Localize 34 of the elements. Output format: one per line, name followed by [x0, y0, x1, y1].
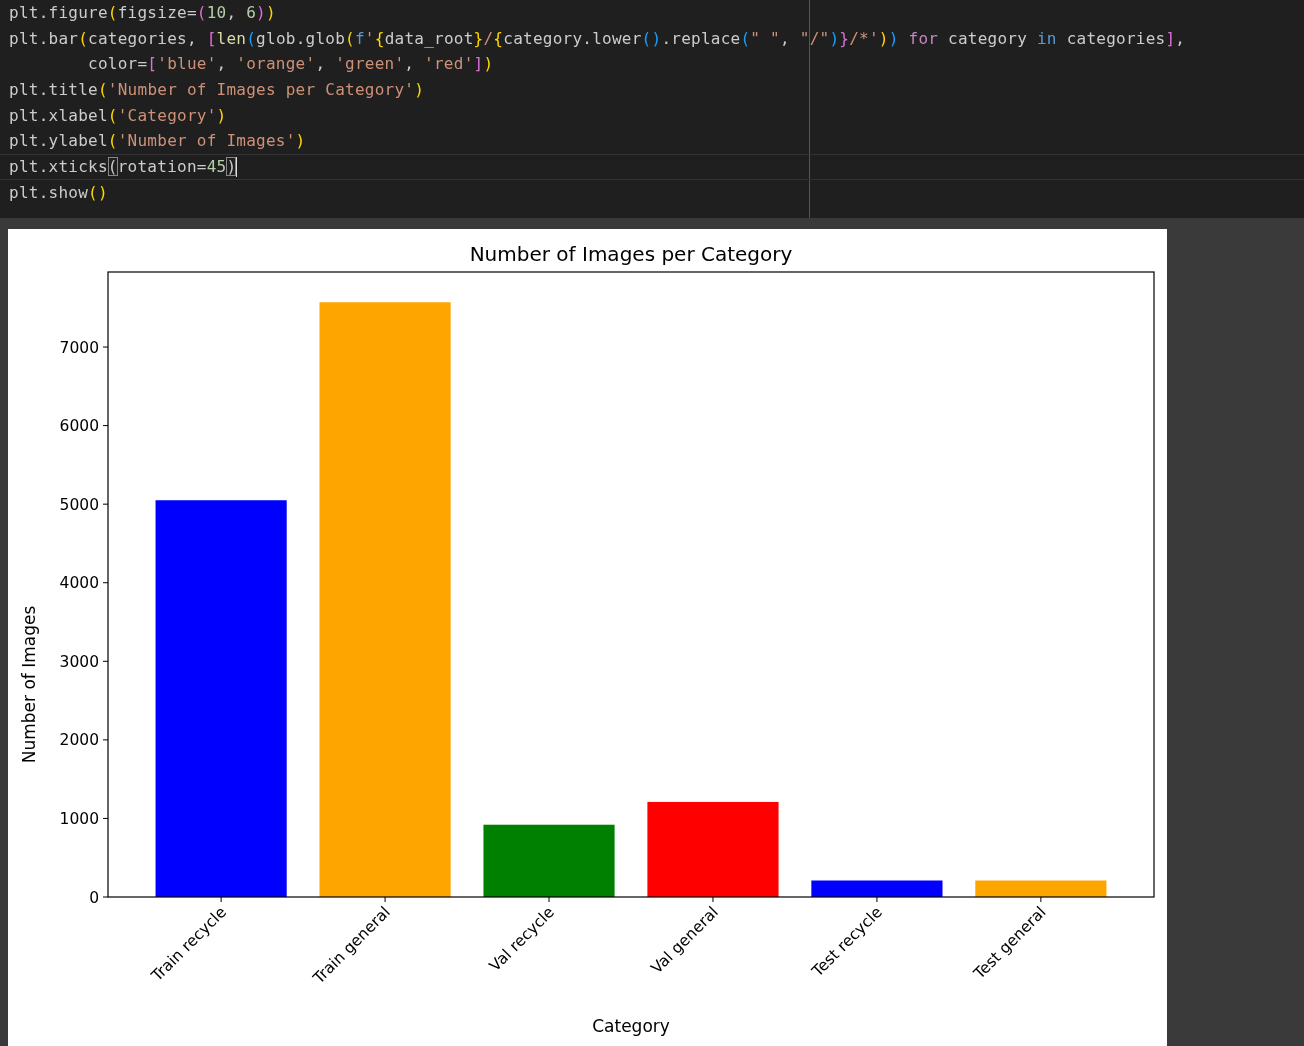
y-tick-label: 4000 [59, 574, 99, 593]
text-cursor [236, 156, 238, 177]
tick-mark [102, 425, 109, 427]
code-line: color=['blue', 'orange', 'green', 'red']) [87, 53, 494, 76]
y-axis-label: Number of Images [19, 605, 39, 764]
code-line: plt.title('Number of Images per Category') [9, 79, 425, 102]
tick-mark [102, 582, 109, 584]
tick-mark [102, 346, 109, 348]
y-tick-label: 6000 [59, 417, 99, 436]
y-tick-label: 1000 [59, 809, 99, 828]
y-tick-label: 3000 [59, 652, 99, 671]
tick-mark [102, 660, 109, 662]
tick-mark [548, 896, 550, 903]
tick-mark [102, 503, 109, 505]
x-axis-label: Category [592, 1016, 670, 1036]
code-line: plt.ylabel('Number of Images') [9, 130, 306, 153]
code-line: plt.xticks(rotation=45) [9, 156, 237, 179]
tick-mark [102, 817, 109, 819]
code-line: plt.xlabel('Category') [9, 104, 227, 127]
chart-title: Number of Images per Category [469, 242, 793, 266]
tick-mark [220, 896, 222, 903]
code-line: plt.bar(categories, [len(glob.glob(f'{data_root}/{category.lower().replace(" ", "/")}/*')) for category in categories], [9, 27, 1186, 50]
tick-mark [712, 896, 714, 903]
tick-mark [1040, 896, 1042, 903]
code-line: plt.show() [9, 181, 108, 204]
y-tick-label: 5000 [59, 495, 99, 514]
y-tick-label: 0 [89, 888, 99, 907]
y-tick-label: 2000 [59, 731, 99, 750]
tick-mark [102, 896, 109, 898]
tick-mark [102, 739, 109, 741]
y-tick-label: 7000 [59, 338, 99, 357]
tick-mark [384, 896, 386, 903]
code-line: plt.figure(figsize=(10, 6)) [9, 2, 276, 24]
tick-mark [876, 896, 878, 903]
